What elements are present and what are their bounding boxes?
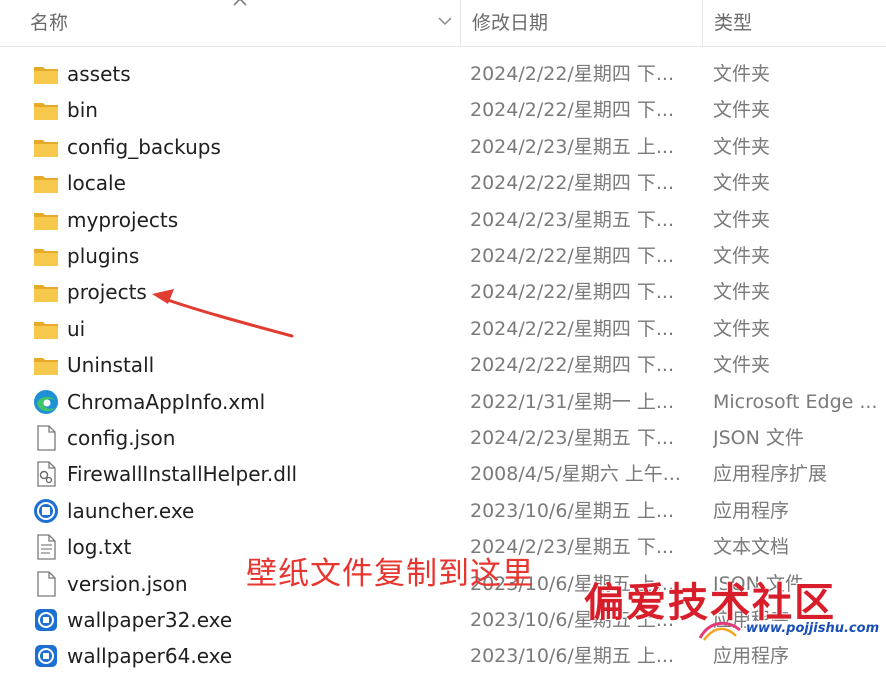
- document-icon: [32, 570, 60, 598]
- file-row[interactable]: FirewallInstallHelper.dll 2008/4/5/星期六 上…: [0, 456, 886, 492]
- folder-icon: [32, 315, 60, 343]
- column-name-header[interactable]: 名称: [0, 0, 460, 46]
- file-type: 文件夹: [713, 245, 771, 267]
- file-name: config_backups: [67, 134, 221, 159]
- file-type: Microsoft Edge ...: [713, 390, 878, 413]
- column-header: 名称 修改日期 类型: [0, 0, 886, 47]
- file-name: ui: [67, 316, 86, 341]
- file-name: launcher.exe: [67, 498, 195, 523]
- file-row[interactable]: plugins 2024/2/22/星期四 下... 文件夹: [0, 238, 886, 274]
- wallpaper-app-icon: [32, 642, 60, 670]
- file-modified-date: 2024/2/23/星期五 下...: [470, 208, 674, 231]
- column-date-header[interactable]: 修改日期: [460, 0, 702, 46]
- file-name: projects: [67, 280, 147, 305]
- file-type: 应用程序扩展: [713, 463, 828, 486]
- file-modified-date: 2024/2/23/星期五 下...: [470, 427, 674, 449]
- file-name: ChromaAppInfo.xml: [67, 389, 266, 414]
- folder-icon: [32, 242, 60, 270]
- file-name: Uninstall: [67, 353, 155, 378]
- dll-icon: [32, 460, 60, 488]
- sort-ascending-icon[interactable]: [231, 0, 249, 8]
- watermark: 偏爱技术社区 www.pojjishu.com: [584, 570, 884, 650]
- file-name: FirewallInstallHelper.dll: [67, 462, 298, 487]
- file-type: 文本文档: [713, 536, 790, 559]
- file-type: 文件夹: [713, 63, 771, 85]
- file-modified-date: 2024/2/22/星期四 下...: [470, 63, 674, 85]
- text-file-icon: [32, 533, 60, 561]
- file-modified-date: 2024/2/22/星期四 下...: [470, 172, 674, 195]
- column-date-label: 修改日期: [472, 12, 549, 34]
- file-name: config.json: [67, 426, 176, 450]
- file-type: 文件夹: [713, 208, 771, 231]
- file-modified-date: 2008/4/5/星期六 上午...: [470, 463, 681, 486]
- edge-icon: [32, 388, 60, 416]
- watermark-url: www.pojjishu.com: [746, 621, 880, 636]
- file-modified-date: 2024/2/22/星期四 下...: [470, 354, 674, 377]
- column-name-label: 名称: [30, 12, 69, 34]
- wallpaper-app-icon: [32, 606, 60, 634]
- folder-icon: [32, 96, 60, 124]
- file-row[interactable]: config_backups 2024/2/23/星期五 上... 文件夹: [0, 129, 886, 165]
- file-name: wallpaper32.exe: [67, 608, 233, 632]
- folder-icon: [32, 278, 60, 306]
- watermark-logo-icon: [698, 621, 741, 641]
- file-name: plugins: [67, 244, 140, 268]
- file-type: 文件夹: [713, 281, 771, 304]
- file-name: myprojects: [67, 207, 179, 232]
- file-type: 文件夹: [713, 317, 771, 340]
- file-row[interactable]: ui 2024/2/22/星期四 下... 文件夹: [0, 311, 886, 347]
- folder-icon: [32, 351, 60, 379]
- file-modified-date: 2024/2/23/星期五 上...: [470, 135, 674, 158]
- file-type: 文件夹: [713, 172, 771, 195]
- file-modified-date: 2024/2/22/星期四 下...: [470, 317, 674, 340]
- file-name: bin: [67, 98, 98, 123]
- file-modified-date: 2023/10/6/星期五 上...: [470, 499, 674, 522]
- file-name: version.json: [67, 571, 188, 596]
- file-type: 文件夹: [713, 135, 771, 158]
- column-type-label: 类型: [714, 12, 753, 34]
- file-modified-date: 2022/1/31/星期一 上...: [470, 390, 674, 413]
- file-name: wallpaper64.exe: [67, 644, 233, 669]
- file-type: JSON 文件: [713, 427, 804, 449]
- file-row[interactable]: myprojects 2024/2/23/星期五 下... 文件夹: [0, 202, 886, 238]
- file-row[interactable]: locale 2024/2/22/星期四 下... 文件夹: [0, 165, 886, 201]
- folder-icon: [32, 60, 60, 88]
- file-name: log.txt: [67, 535, 132, 560]
- file-type: 文件夹: [713, 99, 771, 122]
- folder-icon: [32, 206, 60, 234]
- launcher-icon: [32, 497, 60, 525]
- file-row[interactable]: config.json 2024/2/23/星期五 下... JSON 文件: [0, 420, 886, 456]
- file-row[interactable]: launcher.exe 2023/10/6/星期五 上... 应用程序: [0, 493, 886, 529]
- folder-icon: [32, 169, 60, 197]
- file-row[interactable]: assets 2024/2/22/星期四 下... 文件夹: [0, 56, 886, 92]
- file-type: 文件夹: [713, 354, 771, 377]
- column-type-header[interactable]: 类型: [702, 0, 886, 46]
- file-modified-date: 2024/2/22/星期四 下...: [470, 99, 674, 122]
- file-row[interactable]: Uninstall 2024/2/22/星期四 下... 文件夹: [0, 347, 886, 383]
- chevron-down-icon[interactable]: [437, 14, 453, 28]
- document-icon: [32, 424, 60, 452]
- file-row[interactable]: bin 2024/2/22/星期四 下... 文件夹: [0, 92, 886, 128]
- file-row[interactable]: ChromaAppInfo.xml 2022/1/31/星期一 上... Mic…: [0, 384, 886, 420]
- file-modified-date: 2024/2/22/星期四 下...: [470, 281, 674, 304]
- file-name: locale: [67, 171, 126, 196]
- file-modified-date: 2024/2/22/星期四 下...: [470, 245, 674, 267]
- annotation-text: 壁纸文件复制到这里: [246, 556, 534, 592]
- file-row[interactable]: projects 2024/2/22/星期四 下... 文件夹: [0, 274, 886, 310]
- folder-icon: [32, 133, 60, 161]
- file-type: 应用程序: [713, 499, 790, 522]
- file-name: assets: [67, 62, 131, 86]
